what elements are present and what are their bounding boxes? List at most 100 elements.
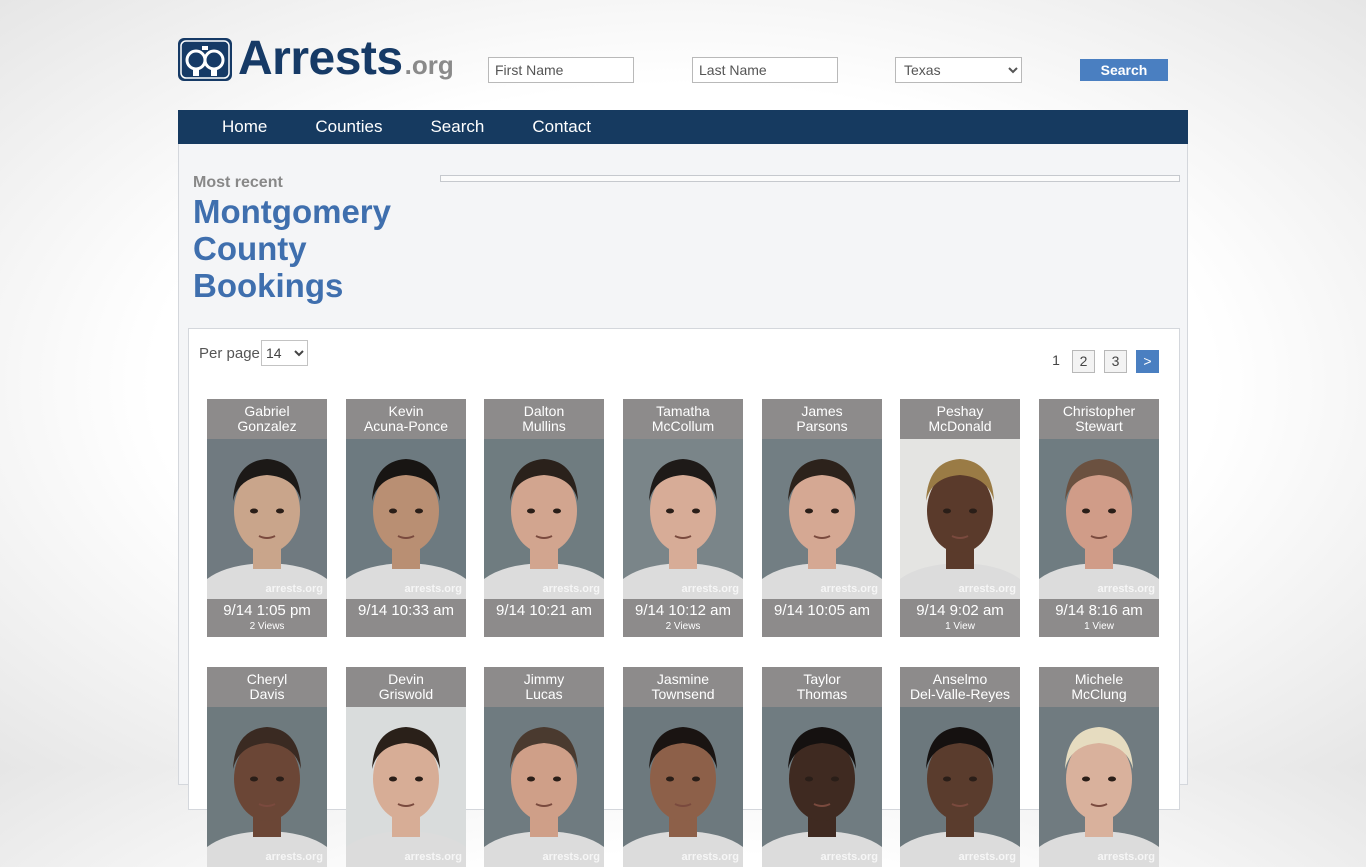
booking-name: Gabriel Gonzalez <box>207 399 327 439</box>
bookings-panel: Per page 14 1 2 3 > Gabriel Gonzalez arres… <box>188 328 1180 867</box>
booking-last-name: McDonald <box>928 418 992 434</box>
mugshot-photo[interactable]: arrests.org <box>207 439 327 599</box>
booking-time: 9/14 1:05 pm <box>223 602 311 619</box>
booking-card[interactable]: Taylor Thomas arrests.org <box>762 667 882 867</box>
booking-card[interactable]: Gabriel Gonzalez arrests.org 9/14 1:05 pm 2 … <box>207 399 327 637</box>
next-page-button[interactable]: > <box>1136 350 1159 373</box>
mugshot-illustration <box>623 459 743 599</box>
mugshot-illustration <box>484 727 604 867</box>
booking-name: Taylor Thomas <box>762 667 882 707</box>
booking-first-name: Jasmine <box>656 671 710 687</box>
booking-first-name: Tamatha <box>656 403 710 419</box>
booking-last-name: McClung <box>1071 686 1127 702</box>
booking-name: Christopher Stewart <box>1039 399 1159 439</box>
photo-watermark: arrests.org <box>681 851 739 863</box>
booking-card[interactable]: Devin Griswold arrests.org <box>346 667 466 867</box>
mugshot-photo[interactable]: arrests.org <box>484 439 604 599</box>
mugshot-illustration <box>762 727 882 867</box>
first-name-input[interactable] <box>488 57 634 83</box>
booking-time: 9/14 8:16 am <box>1055 602 1143 619</box>
booking-views <box>484 621 604 637</box>
photo-watermark: arrests.org <box>681 583 739 595</box>
booking-card[interactable]: James Parsons arrests.org 9/14 10:05 am <box>762 399 882 637</box>
booking-last-name: Griswold <box>378 686 434 702</box>
nav-home[interactable]: Home <box>222 110 267 144</box>
booking-name: Dalton Mullins <box>484 399 604 439</box>
booking-views: 1 View <box>945 621 975 632</box>
mugshot-photo[interactable]: arrests.org <box>346 707 466 867</box>
mugshot-photo[interactable]: arrests.org <box>484 707 604 867</box>
booking-name: James Parsons <box>762 399 882 439</box>
state-select[interactable]: Texas <box>895 57 1022 83</box>
booking-last-name: Del-Valle-Reyes <box>909 686 1011 702</box>
mugshot-photo[interactable]: arrests.org <box>900 439 1020 599</box>
booking-name: Peshay McDonald <box>900 399 1020 439</box>
last-name-input[interactable] <box>692 57 838 83</box>
mugshot-photo[interactable]: arrests.org <box>623 439 743 599</box>
booking-first-name: Michele <box>1074 671 1124 687</box>
search-button[interactable]: Search <box>1080 59 1168 81</box>
site-logo[interactable]: Arrests .org <box>178 35 454 83</box>
booking-first-name: Christopher <box>1062 403 1136 419</box>
mugshot-illustration <box>346 727 466 867</box>
booking-card[interactable]: Christopher Stewart arrests.org 9/14 8:16 a… <box>1039 399 1159 637</box>
mugshot-illustration <box>900 727 1020 867</box>
booking-first-name: Anselmo <box>932 671 988 687</box>
mugshot-illustration <box>623 727 743 867</box>
mugshot-illustration <box>484 459 604 599</box>
nav-search[interactable]: Search <box>430 110 484 144</box>
photo-watermark: arrests.org <box>404 851 462 863</box>
mugshot-illustration <box>762 459 882 599</box>
booking-card[interactable]: Tamatha McCollum arrests.org 9/14 10:12 am 2… <box>623 399 743 637</box>
mugshot-photo[interactable]: arrests.org <box>762 439 882 599</box>
booking-first-name: Dalton <box>523 403 565 419</box>
booking-last-name: Lucas <box>525 686 563 702</box>
photo-watermark: arrests.org <box>1097 583 1155 595</box>
booking-first-name: Kevin <box>388 403 424 419</box>
mugshot-photo[interactable]: arrests.org <box>1039 707 1159 867</box>
booking-card[interactable]: Dalton Mullins arrests.org 9/14 10:21 am <box>484 399 604 637</box>
mugshot-photo[interactable]: arrests.org <box>623 707 743 867</box>
page-current: 1 <box>1052 352 1060 368</box>
booking-card[interactable]: Anselmo Del-Valle-Reyes arrests.org <box>900 667 1020 867</box>
booking-last-name: Acuna-Ponce <box>363 418 449 434</box>
page-3-button[interactable]: 3 <box>1104 350 1127 373</box>
pagination: 1 2 3 > <box>1049 350 1159 373</box>
booking-first-name: Cheryl <box>246 671 288 687</box>
page-title: Montgomery County Bookings <box>193 193 423 304</box>
booking-last-name: Parsons <box>796 418 848 434</box>
booking-last-name: Mullins <box>522 418 566 434</box>
booking-card[interactable]: Jimmy Lucas arrests.org <box>484 667 604 867</box>
booking-card[interactable]: Peshay McDonald arrests.org 9/14 9:02 am 1 V… <box>900 399 1020 637</box>
booking-last-name: Thomas <box>796 686 848 702</box>
booking-name: Michele McClung <box>1039 667 1159 707</box>
booking-time: 9/14 10:12 am <box>635 602 731 619</box>
nav-contact[interactable]: Contact <box>532 110 591 144</box>
booking-card[interactable]: Kevin Acuna-Ponce arrests.org 9/14 10:33 am <box>346 399 466 637</box>
page-2-button[interactable]: 2 <box>1072 350 1095 373</box>
mugshot-photo[interactable]: arrests.org <box>762 707 882 867</box>
photo-watermark: arrests.org <box>820 851 878 863</box>
booking-first-name: Jimmy <box>523 671 565 687</box>
booking-last-name: McCollum <box>651 418 715 434</box>
mugshot-photo[interactable]: arrests.org <box>1039 439 1159 599</box>
per-page-select[interactable]: 14 <box>261 340 308 366</box>
booking-last-name: Stewart <box>1075 418 1123 434</box>
photo-watermark: arrests.org <box>265 851 323 863</box>
booking-last-name: Davis <box>249 686 285 702</box>
mugshot-photo[interactable]: arrests.org <box>346 439 466 599</box>
booking-time: 9/14 10:05 am <box>774 602 870 619</box>
booking-views: 2 Views <box>665 621 701 632</box>
booking-first-name: Peshay <box>936 403 984 419</box>
booking-card[interactable]: Michele McClung arrests.org <box>1039 667 1159 867</box>
mugshot-photo[interactable]: arrests.org <box>900 707 1020 867</box>
booking-views <box>346 621 466 637</box>
booking-card[interactable]: Jasmine Townsend arrests.org <box>623 667 743 867</box>
booking-views: 2 Views <box>249 621 285 632</box>
nav-counties[interactable]: Counties <box>315 110 382 144</box>
mugshot-photo[interactable]: arrests.org <box>207 707 327 867</box>
photo-watermark: arrests.org <box>404 583 462 595</box>
booking-last-name: Gonzalez <box>237 418 297 434</box>
handcuffs-logo-icon <box>178 38 232 81</box>
booking-card[interactable]: Cheryl Davis arrests.org <box>207 667 327 867</box>
